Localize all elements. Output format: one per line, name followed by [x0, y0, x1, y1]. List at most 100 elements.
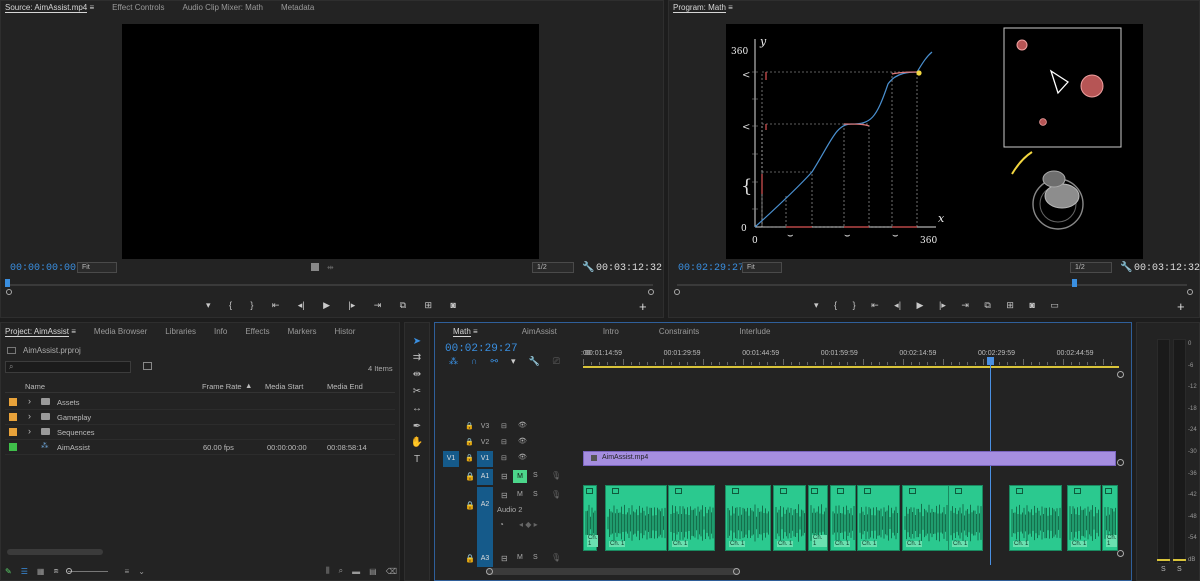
- tab-metadata[interactable]: Metadata: [277, 1, 328, 15]
- program-add-button-icon[interactable]: +: [1177, 299, 1185, 314]
- go-to-out-icon[interactable]: ⇥: [374, 300, 382, 311]
- go-to-out-icon[interactable]: ⇥: [961, 300, 969, 311]
- pencil-icon[interactable]: ✎: [5, 567, 12, 576]
- expand-arrow-icon[interactable]: ›: [28, 396, 31, 406]
- list-item[interactable]: › Gameplay: [5, 410, 395, 425]
- list-view-icon[interactable]: ☰: [21, 567, 28, 576]
- sync-lock-icon[interactable]: ⊟: [501, 422, 507, 430]
- sort-arrow-icon[interactable]: ▲: [245, 381, 252, 390]
- meter-solo-right[interactable]: S: [1177, 566, 1182, 573]
- col-media-end[interactable]: Media End: [327, 382, 363, 391]
- search-input[interactable]: ⌕: [5, 361, 131, 373]
- audio-clip[interactable]: Ch. 1: [583, 485, 599, 551]
- mute-button[interactable]: M: [513, 470, 527, 483]
- source-resolution-select[interactable]: 1/2: [532, 262, 574, 273]
- program-scroll-handle-left[interactable]: [674, 289, 680, 295]
- tab-audio-clip-mixer[interactable]: Audio Clip Mixer: Math: [178, 1, 276, 15]
- lock-icon[interactable]: 🔒: [465, 501, 475, 510]
- slip-tool-icon[interactable]: ↔: [410, 402, 424, 416]
- program-timecode[interactable]: 00:02:29:27: [678, 263, 744, 274]
- tab-menu-icon[interactable]: ≡: [89, 3, 94, 12]
- solo-label[interactable]: S: [533, 554, 538, 561]
- export-frame-icon[interactable]: ◙: [451, 300, 456, 311]
- add-marker-icon[interactable]: ▾: [206, 300, 211, 311]
- a2-target-label[interactable]: A2: [477, 487, 493, 559]
- tab-info[interactable]: Info: [210, 325, 241, 339]
- source-vr-icon[interactable]: ⇹: [327, 263, 334, 272]
- new-item-icon[interactable]: ▤: [369, 567, 377, 576]
- type-tool-icon[interactable]: T: [410, 453, 424, 467]
- solo-button[interactable]: S: [533, 472, 538, 479]
- mark-in-icon[interactable]: {: [229, 300, 232, 311]
- new-bin-from-search-icon[interactable]: [143, 362, 152, 370]
- add-marker-icon[interactable]: ▾: [814, 300, 819, 311]
- program-scroll-handle-right[interactable]: [1187, 289, 1193, 295]
- mute-label[interactable]: M: [517, 554, 523, 561]
- solo-label[interactable]: S: [533, 491, 538, 498]
- audio-clip[interactable]: Ch. 1: [808, 485, 828, 551]
- audio-clip[interactable]: Ch. 1: [830, 485, 856, 551]
- tab-effect-controls[interactable]: Effect Controls: [108, 1, 178, 15]
- program-timeruler[interactable]: [677, 284, 1187, 286]
- go-to-in-icon[interactable]: ⇤: [272, 300, 280, 311]
- program-video-frame[interactable]: ⌣ ⌣ ⌣ { < < y 360 0 0 x 360: [726, 24, 1143, 259]
- sync-lock-icon[interactable]: ⊟: [501, 472, 508, 481]
- ripple-edit-tool-icon[interactable]: ⇹: [410, 368, 424, 382]
- v1-scroll-handle[interactable]: [1117, 459, 1124, 466]
- step-forward-icon[interactable]: |▸: [348, 300, 355, 311]
- tab-history[interactable]: Histor: [331, 325, 370, 339]
- meter-solo-left[interactable]: S: [1161, 566, 1166, 573]
- snap-icon[interactable]: ∩: [471, 356, 477, 367]
- ruler-scroll-handle[interactable]: [1117, 371, 1124, 378]
- program-settings-icon[interactable]: 🔧: [1120, 262, 1132, 273]
- sync-lock-icon[interactable]: ⊟: [501, 438, 507, 446]
- tab-effects[interactable]: Effects: [241, 325, 283, 339]
- col-name[interactable]: Name: [25, 382, 45, 391]
- volume-knob-icon[interactable]: ◔: [499, 520, 504, 529]
- program-resolution-select[interactable]: 1/2: [1070, 262, 1112, 273]
- clear-icon[interactable]: ⌫: [386, 567, 397, 576]
- eye-icon[interactable]: 👁: [518, 437, 527, 445]
- timeline-hscroll[interactable]: [486, 568, 740, 575]
- sort-dropdown-icon[interactable]: ⌄: [138, 567, 145, 576]
- razor-tool-icon[interactable]: ✂: [410, 385, 424, 399]
- track-label[interactable]: V2: [477, 435, 493, 451]
- linked-selection-icon[interactable]: ⚯: [490, 356, 498, 367]
- lock-icon[interactable]: 🔒: [465, 472, 475, 481]
- play-icon[interactable]: ▶: [323, 300, 330, 311]
- hscroll-left-handle[interactable]: [486, 568, 493, 575]
- a3-target-label[interactable]: A3: [477, 551, 493, 567]
- audio-clip[interactable]: Ch. 1: [773, 485, 806, 551]
- step-back-icon[interactable]: ◂|: [298, 300, 305, 311]
- tab-program[interactable]: Program: Math ≡: [669, 1, 747, 15]
- insert-icon[interactable]: ⧉: [400, 300, 406, 311]
- a2-scroll-handle[interactable]: [1117, 550, 1124, 557]
- track-label[interactable]: V1: [477, 451, 493, 467]
- lift-icon[interactable]: ⧉: [984, 300, 990, 311]
- sort-icons-icon[interactable]: ≡: [125, 567, 130, 576]
- work-area-bar[interactable]: [583, 366, 1119, 368]
- step-back-icon[interactable]: ◂|: [894, 300, 901, 311]
- source-timeruler[interactable]: [7, 284, 653, 286]
- mark-in-icon[interactable]: {: [834, 300, 837, 311]
- label-color-chip[interactable]: [9, 413, 17, 421]
- audio-clip[interactable]: Ch. 1: [1067, 485, 1101, 551]
- lock-icon[interactable]: 🔒: [465, 438, 474, 446]
- go-to-in-icon[interactable]: ⇤: [871, 300, 879, 311]
- tab-sequence-interlude[interactable]: Interlude: [735, 325, 784, 339]
- source-scroll-handle-right[interactable]: [648, 289, 654, 295]
- source-timecode[interactable]: 00:00:00:00: [10, 263, 76, 274]
- eye-icon[interactable]: 👁: [518, 421, 527, 429]
- tab-sequence-constraints[interactable]: Constraints: [655, 325, 735, 339]
- audio-clip[interactable]: Ch. 1: [1009, 485, 1062, 551]
- audio-clip[interactable]: Ch. 1: [948, 485, 983, 551]
- program-fit-select[interactable]: Fit: [742, 262, 782, 273]
- pen-tool-icon[interactable]: ✒: [410, 420, 424, 434]
- voiceover-icon[interactable]: 🎙: [551, 553, 561, 562]
- selection-tool-icon[interactable]: ➤: [410, 335, 424, 349]
- source-fit-select[interactable]: Fit: [77, 262, 117, 273]
- expand-arrow-icon[interactable]: ›: [28, 426, 31, 436]
- expand-arrow-icon[interactable]: ›: [28, 411, 31, 421]
- compare-icon[interactable]: ▭: [1050, 300, 1059, 311]
- source-settings-icon[interactable]: 🔧: [582, 262, 594, 273]
